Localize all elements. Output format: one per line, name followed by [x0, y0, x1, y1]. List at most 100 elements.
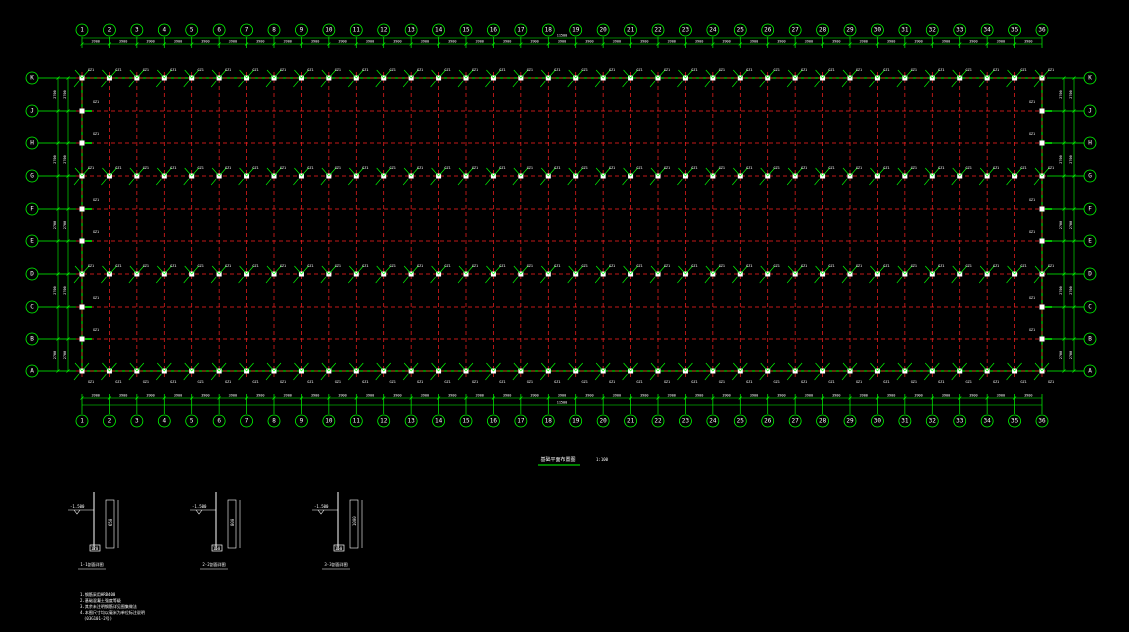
bay-dimension-label: 3900 — [887, 40, 895, 44]
row-axis-label: D — [1088, 271, 1092, 278]
column-tag-label: GZ1 — [198, 264, 204, 268]
row-dimension-label: 2700 — [63, 351, 67, 359]
column-tag-label: GZ1 — [719, 264, 725, 268]
foundation-plan-drawing: 3900 3900 3900 3900 3900 3900 3900 3900 3900 3900… — [0, 0, 1129, 632]
bay-dimension-label: 3900 — [338, 394, 346, 398]
bay-dimension-label: 3900 — [695, 40, 703, 44]
column-tag-label: GZ1 — [307, 264, 313, 268]
row-axis-label: J — [30, 108, 34, 115]
column-tag-label: GZ1 — [938, 166, 944, 170]
detail-label: 3-3剖面详图 — [324, 561, 347, 567]
column-tag-label: GZ1 — [390, 380, 396, 384]
column-tag-label: GZ1 — [527, 380, 533, 384]
column-tag-label: GZ1 — [527, 264, 533, 268]
row-dimension-label: 2700 — [63, 221, 67, 229]
column-axis-label: 22 — [654, 418, 662, 425]
column-axis-label: 31 — [901, 27, 909, 34]
bay-dimension-label: 3900 — [283, 394, 291, 398]
column-tag-label: GZ1 — [417, 380, 423, 384]
detail-elevation: -1.500 — [70, 504, 85, 509]
row-dimension-label: 2700 — [63, 155, 67, 163]
column-tag-label: GZ1 — [252, 264, 258, 268]
column-tag-label: GZ1 — [966, 68, 972, 72]
column-axis-label: 34 — [984, 418, 992, 425]
row-axis-label: F — [1088, 206, 1092, 213]
column-tag-label: GZ1 — [911, 166, 917, 170]
column-tag-label: GZ1 — [774, 166, 780, 170]
column-tag-label: GZ1 — [664, 68, 670, 72]
note-5: (03G101-2号) — [84, 615, 112, 621]
column-tag-label: GZ1 — [143, 380, 149, 384]
column-axis-label: 10 — [325, 27, 333, 34]
column-tag-label: GZ1 — [664, 380, 670, 384]
column-axis-label: 18 — [545, 27, 553, 34]
column-tag-label: GZ1 — [472, 68, 478, 72]
column-axis-label: 16 — [490, 418, 498, 425]
column-axis-label: 29 — [846, 418, 854, 425]
bay-dimension-label: 3900 — [942, 40, 950, 44]
row-axis-label: A — [30, 368, 34, 375]
row-axis-label: E — [30, 238, 34, 245]
column-tag-label: GZ1 — [554, 264, 560, 268]
column-tag-label: GZ1 — [225, 264, 231, 268]
bay-dimension-label: 3900 — [613, 394, 621, 398]
column-axis-label: 1 — [80, 27, 84, 34]
column-tag-label: GZ1 — [362, 166, 368, 170]
column-tag-label: GZ1 — [417, 68, 423, 72]
column-tag-label: GZ1 — [582, 166, 588, 170]
bay-dimension-label: 3900 — [91, 40, 99, 44]
column-tag-label: GZ1 — [417, 166, 423, 170]
column-axis-label: 35 — [1011, 27, 1019, 34]
column-tag-label: GZ1 — [554, 166, 560, 170]
bay-dimension-label: 3900 — [558, 40, 566, 44]
column-tag-label: GZ1 — [582, 68, 588, 72]
column-axis-label: 12 — [380, 27, 388, 34]
detail-elevation: -1.500 — [192, 504, 207, 509]
bay-dimension-label: 3900 — [338, 40, 346, 44]
column-tag-label: GZ1 — [966, 264, 972, 268]
column-axis-label: 3 — [135, 27, 139, 34]
bay-dimension-label: 3900 — [914, 40, 922, 44]
column-tag-label: GZ1 — [280, 380, 286, 384]
detail-base: 120 — [91, 546, 99, 551]
bay-dimension-label: 3900 — [448, 40, 456, 44]
column-axis-label: 8 — [272, 27, 276, 34]
row-axis-label: J — [1088, 108, 1092, 115]
detail-dimension: 1000 — [352, 516, 357, 526]
bay-dimension-label: 3900 — [667, 394, 675, 398]
column-tag-label: GZ1 — [362, 380, 368, 384]
column-tag-label: GZ1 — [198, 380, 204, 384]
column-tag-label: GZ1 — [307, 380, 313, 384]
column-axis-label: 30 — [874, 27, 882, 34]
column-axis-label: 24 — [709, 418, 717, 425]
column-axis-label: 25 — [737, 27, 745, 34]
bay-dimension-label: 3900 — [530, 394, 538, 398]
column-axis-label: 28 — [819, 27, 827, 34]
column-tag-label: GZ1 — [93, 328, 99, 332]
column-tag-label: GZ1 — [499, 68, 505, 72]
bay-dimension-label: 3900 — [750, 394, 758, 398]
column-tag-label: GZ1 — [170, 264, 176, 268]
bay-dimension-label: 3900 — [777, 40, 785, 44]
row-dimension-label: 2700 — [1059, 351, 1063, 359]
bay-dimension-label: 3900 — [283, 40, 291, 44]
column-tag-label: GZ1 — [170, 166, 176, 170]
column-axis-label: 5 — [190, 418, 194, 425]
row-dimension-label: 2700 — [1059, 155, 1063, 163]
column-axis-label: 17 — [517, 27, 525, 34]
column-axis-label: 29 — [846, 27, 854, 34]
column-tag-label: GZ1 — [774, 264, 780, 268]
column-tag-label: GZ1 — [719, 380, 725, 384]
column-tag-label: GZ1 — [856, 380, 862, 384]
detail-base: 150 — [213, 546, 221, 551]
column-tag-label: GZ1 — [417, 264, 423, 268]
column-tag-label: GZ1 — [828, 166, 834, 170]
column-tag-label: GZ1 — [88, 68, 94, 72]
column-tag-label: GZ1 — [911, 68, 917, 72]
bay-dimension-label: 3900 — [695, 394, 703, 398]
column-tag-label: GZ1 — [582, 380, 588, 384]
column-tag-label: GZ1 — [115, 264, 121, 268]
bay-dimension-label: 3900 — [613, 40, 621, 44]
bay-dimension-label: 3900 — [393, 40, 401, 44]
column-axis-label: 21 — [627, 27, 635, 34]
